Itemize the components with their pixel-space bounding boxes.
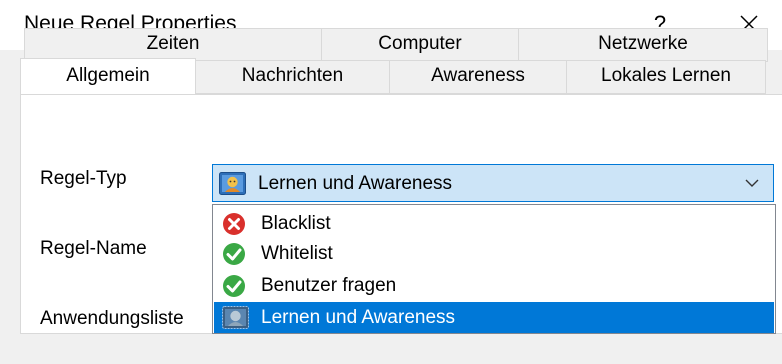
rule-type-label: Regel-Typ: [40, 168, 127, 189]
application-list-label: Anwendungsliste: [40, 308, 184, 329]
red-cross-icon: [222, 212, 246, 241]
option-label: Blacklist: [261, 213, 331, 234]
tab-nachrichten[interactable]: Nachrichten: [195, 60, 390, 94]
option-label: Whitelist: [261, 243, 333, 264]
rule-type-value: Lernen und Awareness: [258, 173, 453, 194]
option-label: Lernen und Awareness: [261, 307, 456, 328]
option-whitelist[interactable]: Whitelist: [214, 238, 774, 269]
learn-awareness-icon: [219, 172, 247, 201]
option-label: Benutzer fragen: [261, 275, 397, 296]
tab-netzwerke[interactable]: Netzwerke: [518, 28, 768, 62]
tab-awareness[interactable]: Awareness: [389, 60, 567, 94]
chevron-down-icon: [745, 176, 759, 195]
option-lernen-und-awareness[interactable]: Lernen und Awareness: [214, 302, 774, 333]
tab-computer[interactable]: Computer: [321, 28, 519, 62]
tab-row-top: Zeiten Computer Netzwerke: [24, 28, 768, 62]
green-check-icon: [222, 242, 246, 271]
option-blacklist[interactable]: Blacklist: [214, 208, 774, 239]
rule-type-select[interactable]: Lernen und Awareness: [212, 164, 774, 202]
rule-name-label: Regel-Name: [40, 238, 147, 259]
tab-allgemein[interactable]: Allgemein: [20, 58, 196, 94]
green-check-icon: [222, 274, 246, 303]
tab-row-bottom: Allgemein Nachrichten Awareness Lokales …: [20, 58, 766, 94]
learn-awareness-icon: [222, 306, 250, 335]
tab-zeiten[interactable]: Zeiten: [24, 28, 322, 62]
tab-lokales-lernen[interactable]: Lokales Lernen: [566, 60, 766, 94]
rule-type-dropdown: Blacklist Whitelist Benutzer fragen Lern…: [212, 204, 776, 334]
option-benutzer-fragen[interactable]: Benutzer fragen: [214, 270, 774, 301]
